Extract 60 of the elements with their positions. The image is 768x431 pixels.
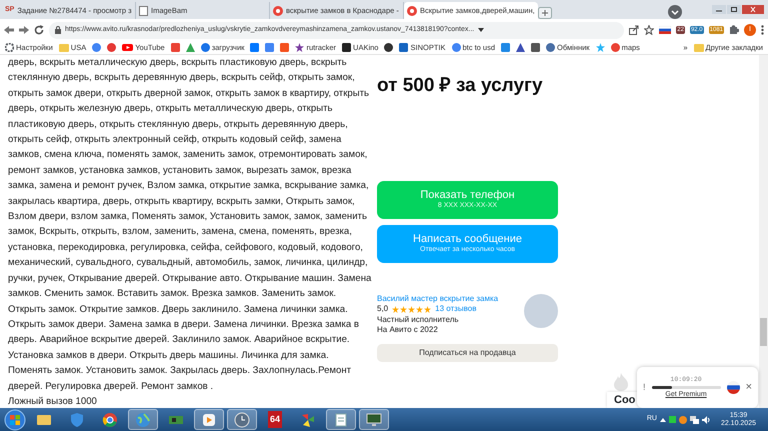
- circle-icon[interactable]: [384, 43, 394, 52]
- taskbar-button[interactable]: [359, 409, 389, 430]
- record-icon: [273, 6, 283, 16]
- puzzle-icon[interactable]: [729, 25, 739, 35]
- rating-text: 5,0: [377, 304, 388, 314]
- clock-icon: [234, 412, 250, 428]
- star-icon[interactable]: [295, 43, 304, 52]
- maximize-icon[interactable]: [727, 5, 741, 14]
- triangle-icon[interactable]: [186, 43, 195, 52]
- shield-icon: [69, 412, 85, 428]
- monitor-icon: [366, 412, 382, 428]
- new-tab-icon[interactable]: [538, 7, 552, 19]
- scrollbar-track[interactable]: [759, 55, 768, 408]
- flame-icon: [612, 373, 630, 391]
- globe-icon: [135, 412, 151, 428]
- price-text: от 500 ₽ за услугу: [377, 74, 544, 98]
- page-icon: [139, 6, 148, 16]
- forward-arrow-icon[interactable]: [19, 26, 29, 34]
- seller-type-text: Частный исполнитель: [377, 314, 460, 325]
- seller-name-link[interactable]: Василий мастер вскрытие замка: [377, 294, 498, 304]
- photo-placeholder: [524, 294, 558, 328]
- speaker-icon[interactable]: [702, 416, 710, 424]
- square-icon[interactable]: [531, 43, 540, 52]
- subscribe-button[interactable]: Подписаться на продавца: [377, 344, 558, 362]
- back-arrow-icon[interactable]: [4, 26, 14, 34]
- taskbar-button[interactable]: [326, 409, 356, 430]
- description-text: дверь, вскрыть металлическую дверь, вскрыть пластиковую дверь, вскрыть: [8, 56, 348, 70]
- flag-icon[interactable]: [659, 26, 672, 34]
- dropdown-icon[interactable]: [668, 5, 682, 19]
- browser-icon: [102, 412, 118, 428]
- notepad-icon: [333, 412, 349, 428]
- close-button[interactable]: ×: [746, 379, 752, 396]
- caret-icon: [478, 28, 484, 32]
- triangle-icon[interactable]: [516, 43, 526, 52]
- lock-icon: [55, 26, 61, 34]
- reload-icon[interactable]: [34, 25, 44, 35]
- up-arrow-icon[interactable]: [660, 418, 666, 422]
- minimize-icon[interactable]: [712, 5, 726, 14]
- star-icon[interactable]: [596, 43, 605, 52]
- square-icon[interactable]: [342, 43, 352, 52]
- menu-icon[interactable]: [761, 25, 764, 35]
- alert-icon[interactable]: !: [643, 380, 646, 394]
- pinwheel-icon: [300, 412, 316, 428]
- note-text: Ложный вызов 1000: [8, 394, 98, 408]
- record-icon: [407, 6, 417, 16]
- network-icon[interactable]: [690, 416, 699, 424]
- member-since-text: На Авито с 2022: [377, 325, 439, 336]
- flag-icon[interactable]: [726, 381, 740, 394]
- play-icon: [201, 412, 217, 428]
- taskbar-button[interactable]: [194, 409, 224, 430]
- description-text: стеклянную дверь, вскрыть деревянную дверь, вскрыть сейф, открыть замок, открыть замок двери, открыть дверной замок, открыть замок в квартиру, открыть дверь, открыть железную дверь, открыть металлическую дверь, открыть пластиковую дверь, открыть стеклянную дверь, открыть деревянную дверь, открыть сейф, открыть электронный сейф, открыть кодовый сейф, замена замков, смена ключа, поменять замок, заменить замок, отремонтировать замок, ремонт замков, установка замков, установить замок, вырезать замок, врезка замка, замена и ремонт ручек, Взлом замка, открытие замка, вскрывание замка, закрылась квартира, дверь, открыть квартиру, вскрыть замки, Открыть замок, Взлом двери, взлом замка, Поменять замок, Установить замок, замок, заменить замок, Вскрыть, открыть, взлом, заменить, замена, смена, поменять, врезка, установка, перекодировка, регулировка, сейфа, сейфового, кодовый, кодового, механический, сувальдного, сувальдный, автомобиль, замок, личинка, цилиндр, ручки, ручек, Открывание дверей. Открывание авто. Открывание машин. Замена замков. Сменить замок. Вставить замок. Врезка замков. Заменить замок. Открыть замок. Открытие замков. Дверь заклинило. Замена личинки замка. Открыть замок двери. Замена замка в двери. Замена личинки. Врезка замка в дверь. Аварийное вскрытие дверей. Заклинило замок. Аварийное вскрытие. Установка замков в двери. Открыть дверь машины. Личинка для замка. Поменять замок. Установить замок. Закрылась дверь. Захлопнулась.Ремонт дверей. Регулировка дверей. Ремонт замков .: [8, 71, 372, 394]
- share-icon[interactable]: [629, 25, 640, 35]
- star-outline-icon[interactable]: [644, 25, 654, 35]
- taskbar-button[interactable]: [227, 409, 257, 430]
- scrollbar-thumb[interactable]: [760, 318, 767, 346]
- gear-icon[interactable]: [5, 43, 14, 52]
- start-button[interactable]: [4, 408, 26, 430]
- close-icon[interactable]: [742, 5, 764, 14]
- taskbar-button[interactable]: 64: [260, 409, 290, 430]
- play-icon[interactable]: [122, 43, 134, 52]
